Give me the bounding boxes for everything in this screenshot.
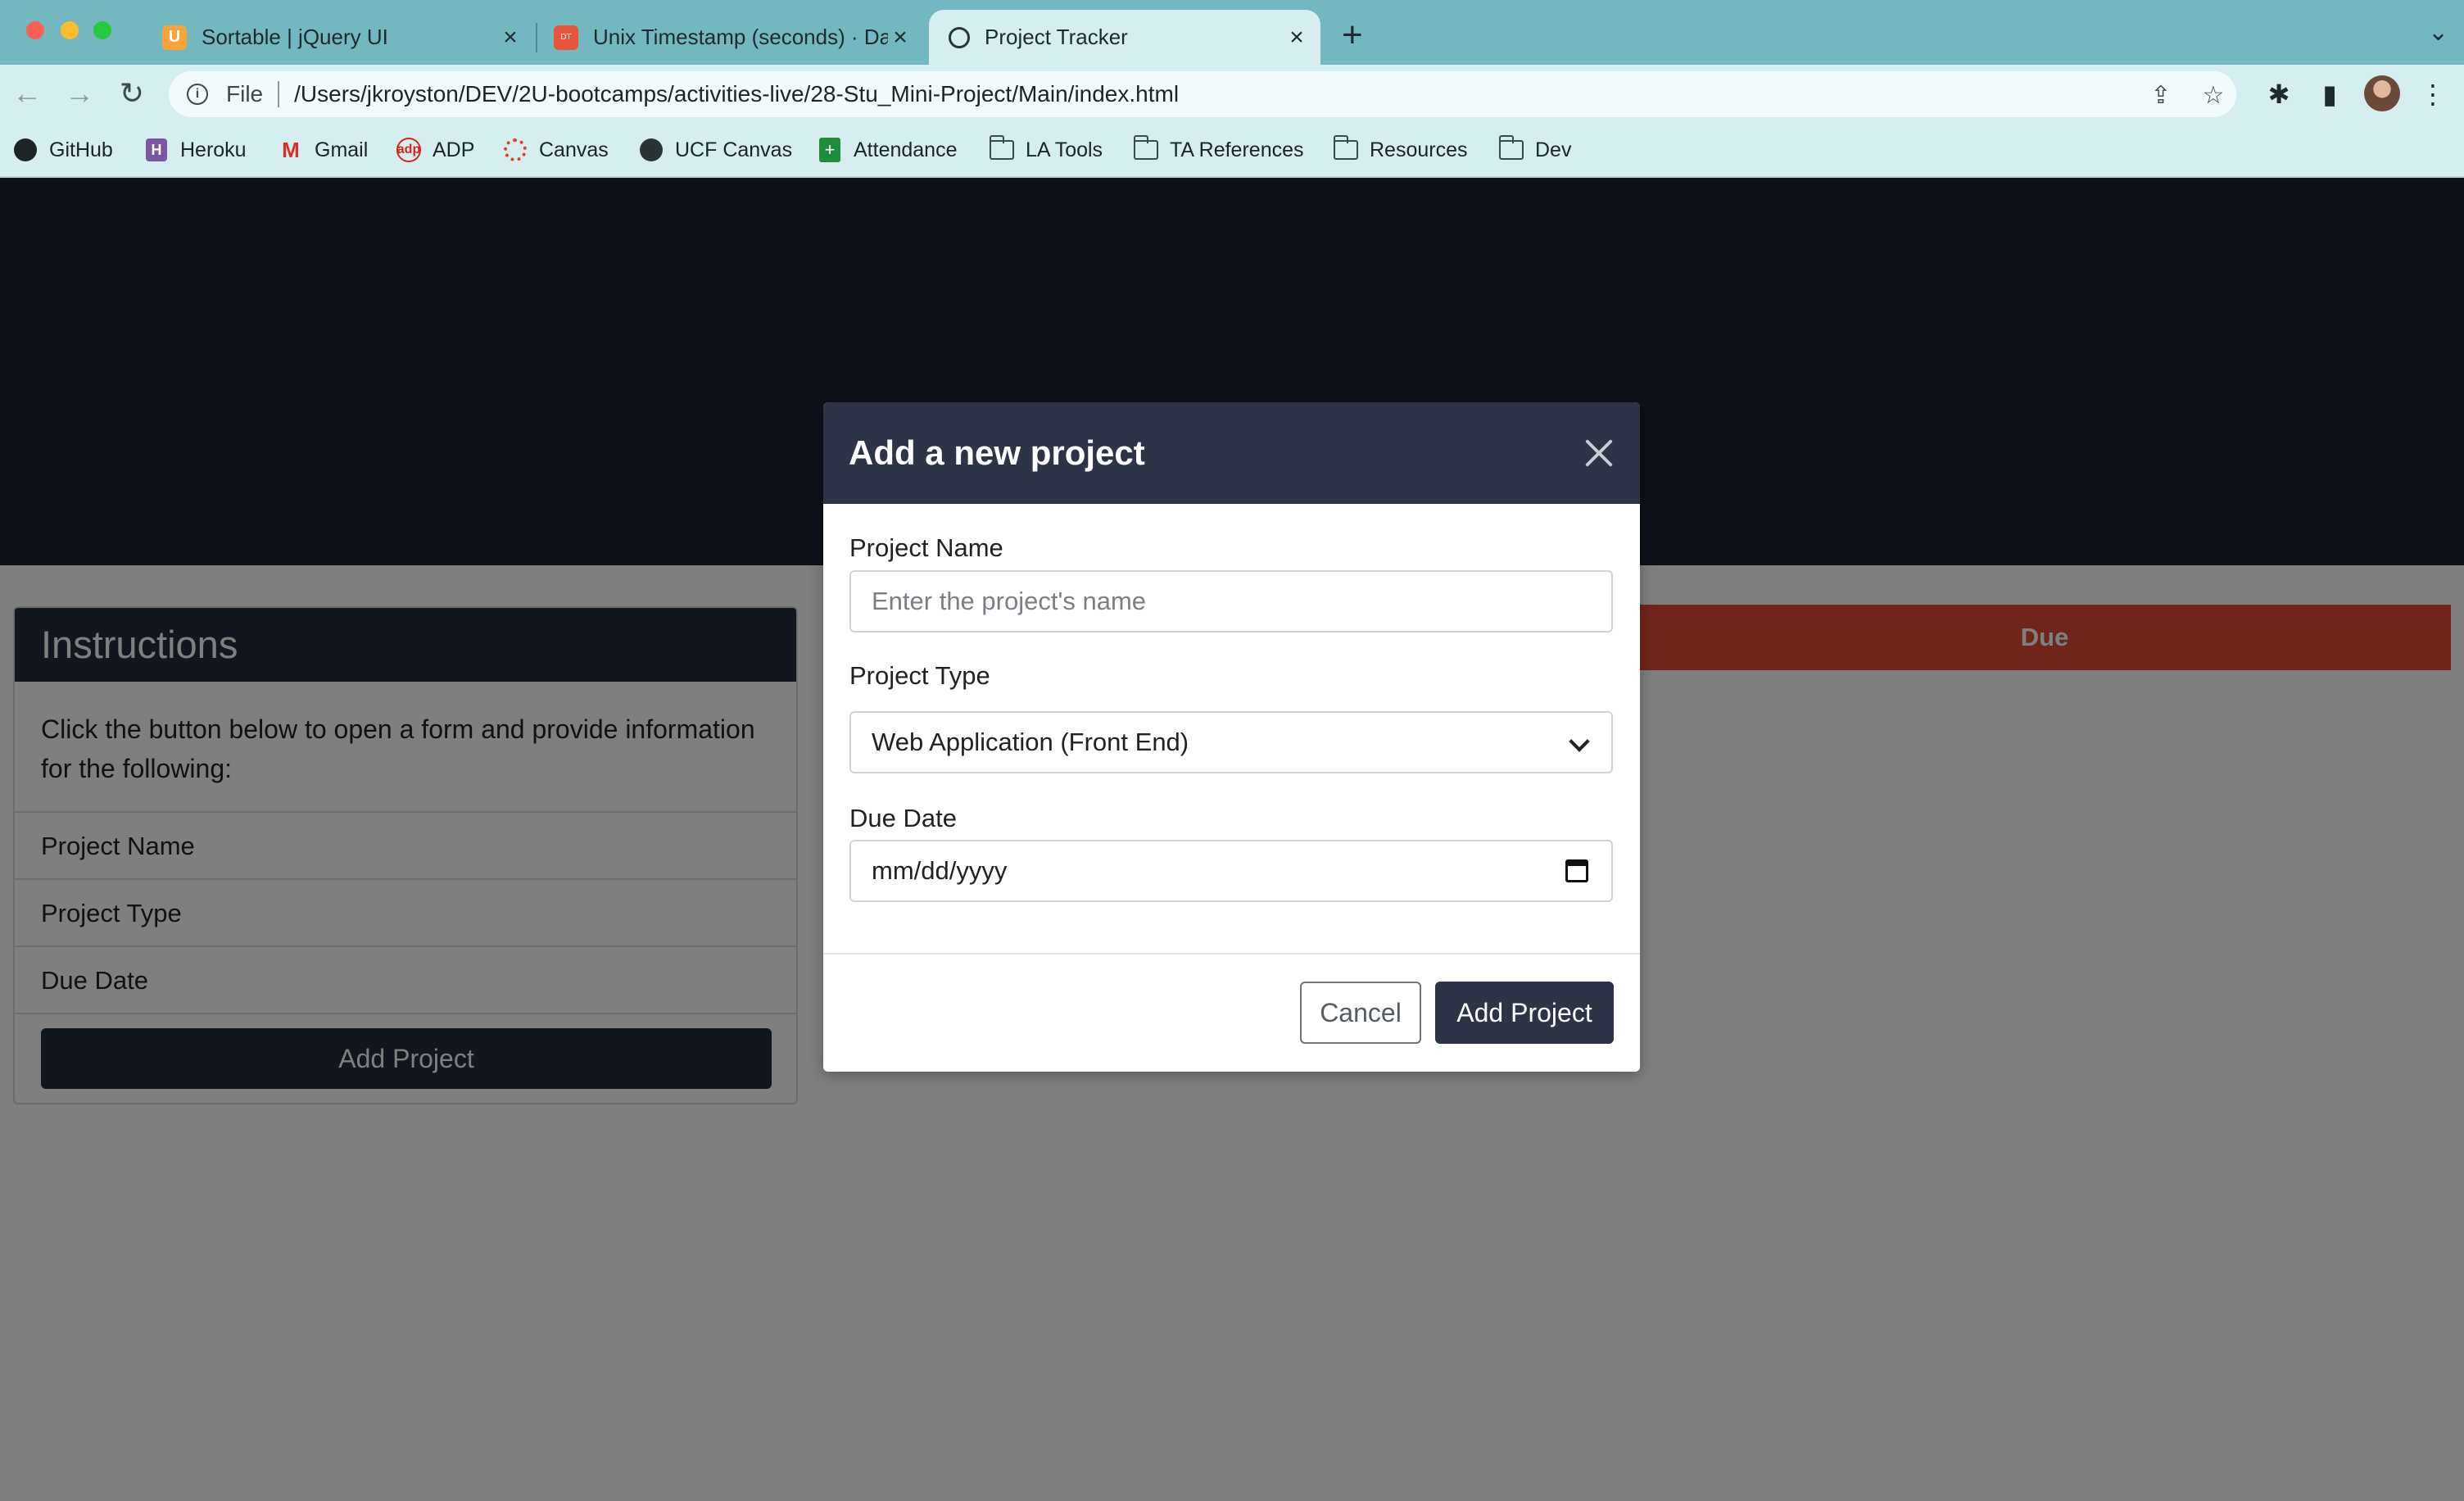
bookmark-label: LA Tools	[1026, 138, 1103, 161]
project-type-value: Web Application (Front End)	[872, 728, 1189, 756]
bookmark-canvas[interactable]: Canvas	[503, 134, 609, 166]
close-icon[interactable]	[1579, 433, 1619, 473]
forward-icon[interactable]: →	[59, 73, 100, 114]
address-divider	[278, 81, 280, 107]
address-bar[interactable]: i File /Users/jkroyston/DEV/2U-bootcamps…	[169, 71, 2236, 117]
heroku-icon: H	[144, 138, 169, 162]
bookmark-label: Resources	[1370, 138, 1468, 161]
cancel-button[interactable]: Cancel	[1300, 982, 1421, 1044]
bookmark-label: GitHub	[49, 138, 113, 161]
folder-icon	[1498, 135, 1524, 162]
close-tab-icon[interactable]: ×	[888, 24, 913, 52]
modal-title: Add a new project	[849, 433, 1145, 472]
address-scheme: File	[226, 81, 264, 107]
modal-footer: Cancel Add Project	[823, 953, 1640, 1072]
close-window-button[interactable]	[26, 21, 44, 39]
canvas-icon	[503, 138, 528, 162]
bookmark-label: Attendance	[854, 138, 958, 161]
globe-icon	[949, 26, 970, 48]
bookmark-attendance[interactable]: + Attendance	[818, 134, 958, 166]
bookmark-label: Dev	[1535, 138, 1572, 161]
browser-toolbar: ← → ↻ i File /Users/jkroyston/DEV/2U-boo…	[0, 65, 2464, 124]
bookmark-resources[interactable]: Resources	[1333, 134, 1468, 166]
bookmark-label: Canvas	[539, 138, 609, 161]
page-content: Instructions Click the button below to o…	[0, 178, 2464, 1501]
folder-icon	[989, 135, 1014, 162]
sheets-icon: +	[818, 138, 842, 162]
tab-separator	[536, 23, 537, 52]
tab-title: Sortable | jQuery UI	[202, 25, 388, 49]
site-info-icon[interactable]: i	[187, 84, 208, 105]
calendar-icon[interactable]	[1565, 859, 1588, 882]
side-panel-icon[interactable]: ▮	[2312, 76, 2348, 112]
adp-icon: adp	[396, 138, 421, 162]
minimize-window-button[interactable]	[61, 21, 79, 39]
folder-icon	[1133, 135, 1158, 162]
due-date-label: Due Date	[849, 804, 957, 832]
extensions-puzzle-icon[interactable]: ✱	[2261, 76, 2297, 112]
gmail-icon: M	[282, 137, 300, 162]
menu-kebab-icon[interactable]: ⋮	[2415, 76, 2451, 112]
bookmark-ta-references[interactable]: TA References	[1133, 134, 1304, 166]
project-name-label: Project Name	[849, 533, 1003, 562]
tab-title: Unix Timestamp (seconds) · Da	[593, 25, 888, 49]
project-type-select[interactable]: Web Application (Front End)	[849, 711, 1613, 773]
tab-project-tracker[interactable]: Project Tracker ×	[929, 10, 1320, 65]
tab-strip: U Sortable | jQuery UI × DT Unix Timesta…	[0, 0, 2464, 65]
close-tab-icon[interactable]: ×	[498, 24, 523, 52]
add-project-modal: Add a new project Project Name Enter the…	[823, 402, 1640, 1072]
profile-avatar[interactable]	[2364, 75, 2400, 111]
tab-unix-timestamp[interactable]: DT Unix Timestamp (seconds) · Da ×	[554, 10, 913, 65]
back-icon[interactable]: ←	[7, 73, 48, 114]
ucf-icon	[639, 138, 664, 162]
bookmarks-bar: GitHub H Heroku M Gmail adp ADP Canvas U…	[0, 124, 2464, 178]
reload-icon[interactable]: ↻	[111, 73, 152, 114]
timestamp-site-icon: DT	[554, 25, 578, 50]
new-tab-icon[interactable]: +	[1342, 15, 1363, 56]
tab-title: Project Tracker	[985, 25, 1128, 49]
bookmark-heroku[interactable]: H Heroku	[144, 134, 247, 166]
project-name-input[interactable]: Enter the project's name	[849, 570, 1613, 633]
bookmark-adp[interactable]: adp ADP	[396, 134, 474, 166]
modal-header: Add a new project	[823, 402, 1640, 504]
bookmark-dev[interactable]: Dev	[1498, 134, 1572, 166]
bookmark-label: Heroku	[180, 138, 247, 161]
bookmark-ucf-canvas[interactable]: UCF Canvas	[639, 134, 792, 166]
tab-sortable[interactable]: U Sortable | jQuery UI ×	[162, 10, 523, 65]
folder-icon	[1333, 135, 1358, 162]
bookmark-label: UCF Canvas	[675, 138, 793, 161]
project-type-label: Project Type	[849, 661, 990, 690]
bookmark-label: TA References	[1170, 138, 1304, 161]
github-icon	[13, 138, 38, 162]
jquery-ui-icon: U	[162, 25, 187, 50]
bookmark-star-icon[interactable]: ☆	[2197, 79, 2230, 112]
add-project-button[interactable]: Add Project	[1435, 982, 1614, 1044]
due-date-placeholder: mm/dd/yyyy	[872, 856, 1008, 885]
bookmark-github[interactable]: GitHub	[13, 134, 113, 166]
chevron-down-icon	[1569, 731, 1590, 752]
close-tab-icon[interactable]: ×	[1284, 24, 1309, 52]
tab-search-chevron-icon[interactable]: ⌄	[2428, 18, 2448, 47]
project-name-placeholder: Enter the project's name	[872, 587, 1147, 615]
address-url: /Users/jkroyston/DEV/2U-bootcamps/activi…	[294, 81, 1180, 107]
share-icon[interactable]: ⇪	[2145, 79, 2177, 112]
due-date-input[interactable]: mm/dd/yyyy	[849, 840, 1613, 902]
bookmark-la-tools[interactable]: LA Tools	[989, 134, 1103, 166]
zoom-window-button[interactable]	[93, 21, 111, 39]
bookmark-label: Gmail	[315, 138, 369, 161]
bookmark-gmail[interactable]: M Gmail	[279, 134, 368, 166]
bookmark-label: ADP	[433, 138, 475, 161]
